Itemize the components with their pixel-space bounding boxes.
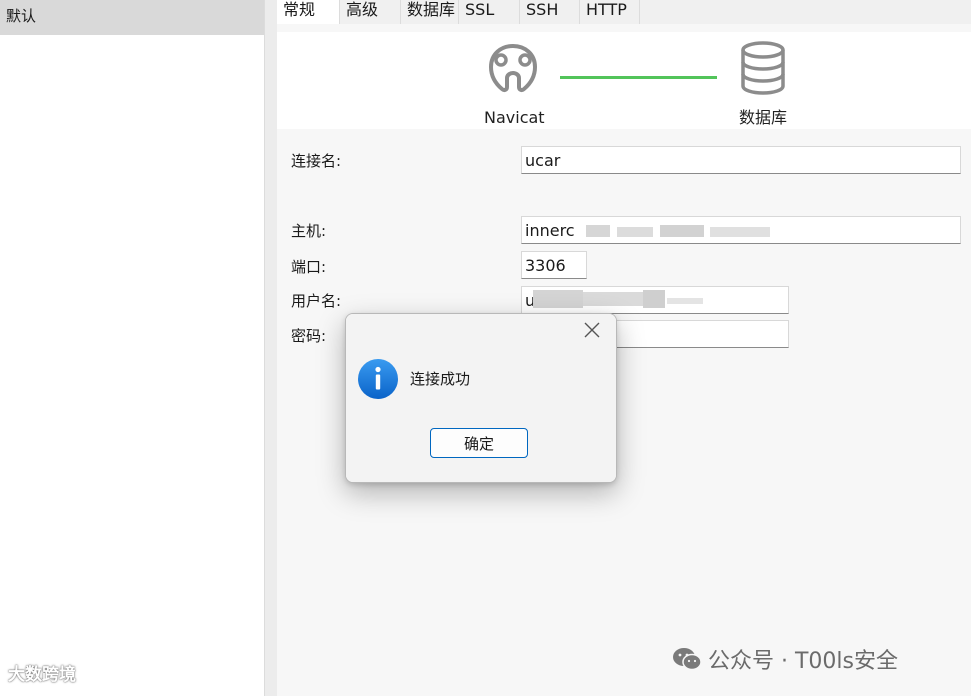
banner-app-label: Navicat — [484, 108, 545, 127]
connection-banner: Navicat 数据库 — [277, 32, 971, 129]
host-label: 主机: — [291, 222, 327, 240]
redaction-mask — [660, 225, 704, 237]
tab-http[interactable]: HTTP — [580, 0, 640, 24]
pane-divider — [265, 0, 277, 696]
connection-name-label: 连接名: — [291, 152, 342, 170]
tab-database[interactable]: 数据库 — [401, 0, 459, 24]
connection-group-sidebar: 默认 — [0, 0, 265, 696]
navicat-logo-icon — [489, 44, 537, 93]
sidebar-item-label: 默认 — [6, 7, 37, 25]
redaction-mask — [533, 290, 583, 308]
redaction-mask — [583, 292, 643, 306]
connection-status-line — [560, 76, 717, 79]
tab-bar: 常规 高级 数据库 SSL SSH HTTP — [277, 0, 971, 25]
watermark-left: 大数跨境 — [8, 665, 76, 685]
redaction-mask — [617, 227, 653, 237]
dialog-titlebar — [346, 314, 616, 348]
username-label: 用户名: — [291, 292, 342, 310]
tab-label: SSL — [465, 0, 495, 19]
database-icon — [741, 41, 785, 95]
redaction-mask — [643, 290, 665, 308]
tab-label: SSH — [526, 0, 559, 19]
tab-label: HTTP — [586, 0, 627, 19]
connection-name-input[interactable] — [521, 146, 961, 174]
tab-ssl[interactable]: SSL — [459, 0, 520, 24]
tab-advanced[interactable]: 高级 — [340, 0, 401, 24]
redaction-mask — [710, 227, 770, 237]
dialog-message: 连接成功 — [410, 370, 471, 388]
connection-result-dialog: 连接成功 确定 — [345, 313, 617, 483]
watermark-right-text: 公众号 · T00ls安全 — [708, 649, 898, 674]
port-input[interactable] — [521, 251, 587, 279]
tab-label: 常规 — [283, 0, 316, 19]
wechat-icon — [673, 648, 702, 671]
ok-button[interactable]: 确定 — [430, 428, 528, 458]
tab-ssh[interactable]: SSH — [520, 0, 580, 24]
port-label: 端口: — [291, 258, 327, 276]
tab-general[interactable]: 常规 — [277, 0, 340, 24]
close-icon[interactable] — [582, 320, 602, 340]
redaction-mask — [667, 298, 703, 304]
info-icon — [358, 359, 398, 399]
redaction-mask — [586, 225, 610, 237]
password-label: 密码: — [291, 327, 327, 345]
banner-db-label: 数据库 — [739, 108, 788, 127]
tab-label: 高级 — [346, 0, 379, 19]
watermark-right: 公众号 · T00ls安全 — [672, 644, 898, 674]
dialog-body: 连接成功 确定 — [346, 348, 616, 482]
tab-label: 数据库 — [407, 0, 456, 19]
sidebar-item-default[interactable]: 默认 — [0, 0, 264, 35]
